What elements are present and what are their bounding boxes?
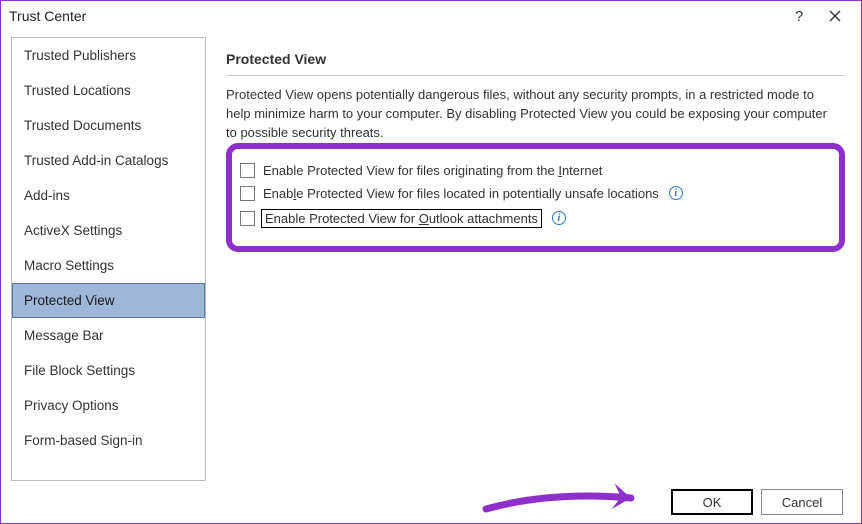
sidebar-item-trusted-publishers[interactable]: Trusted Publishers bbox=[12, 38, 205, 73]
option-checkbox[interactable] bbox=[240, 186, 255, 201]
sidebar-item-message-bar[interactable]: Message Bar bbox=[12, 318, 205, 353]
footer: OK Cancel bbox=[1, 481, 861, 523]
sidebar-item-trusted-locations[interactable]: Trusted Locations bbox=[12, 73, 205, 108]
option-label[interactable]: Enable Protected View for Outlook attach… bbox=[261, 209, 542, 228]
help-button[interactable]: ? bbox=[781, 2, 817, 30]
sidebar-item-activex-settings[interactable]: ActiveX Settings bbox=[12, 213, 205, 248]
sidebar-item-privacy-options[interactable]: Privacy Options bbox=[12, 388, 205, 423]
option-row: Enable Protected View for files located … bbox=[240, 182, 831, 205]
option-label[interactable]: Enable Protected View for files located … bbox=[263, 186, 659, 201]
description-text: Protected View opens potentially dangero… bbox=[226, 86, 845, 143]
sidebar-item-add-ins[interactable]: Add-ins bbox=[12, 178, 205, 213]
option-row: Enable Protected View for Outlook attach… bbox=[240, 205, 831, 232]
content-area: Trusted PublishersTrusted LocationsTrust… bbox=[1, 31, 861, 481]
sidebar-item-macro-settings[interactable]: Macro Settings bbox=[12, 248, 205, 283]
info-icon[interactable]: i bbox=[552, 211, 566, 225]
sidebar-item-protected-view[interactable]: Protected View bbox=[12, 283, 205, 318]
main-panel: Protected View Protected View opens pote… bbox=[226, 37, 851, 481]
cancel-button[interactable]: Cancel bbox=[761, 489, 843, 515]
sidebar-item-trusted-add-in-catalogs[interactable]: Trusted Add-in Catalogs bbox=[12, 143, 205, 178]
sidebar-item-form-based-sign-in[interactable]: Form-based Sign-in bbox=[12, 423, 205, 458]
option-label[interactable]: Enable Protected View for files originat… bbox=[263, 163, 602, 178]
option-row: Enable Protected View for files originat… bbox=[240, 159, 831, 182]
window-title: Trust Center bbox=[9, 8, 781, 24]
sidebar-item-file-block-settings[interactable]: File Block Settings bbox=[12, 353, 205, 388]
info-icon[interactable]: i bbox=[669, 186, 683, 200]
sidebar-item-trusted-documents[interactable]: Trusted Documents bbox=[12, 108, 205, 143]
options-group: Enable Protected View for files originat… bbox=[226, 143, 845, 252]
close-button[interactable] bbox=[817, 2, 853, 30]
titlebar: Trust Center ? bbox=[1, 1, 861, 31]
sidebar-nav: Trusted PublishersTrusted LocationsTrust… bbox=[11, 37, 206, 481]
option-checkbox[interactable] bbox=[240, 211, 255, 226]
ok-button[interactable]: OK bbox=[671, 489, 753, 515]
main-heading: Protected View bbox=[226, 41, 845, 76]
close-icon bbox=[829, 10, 841, 22]
option-checkbox[interactable] bbox=[240, 163, 255, 178]
